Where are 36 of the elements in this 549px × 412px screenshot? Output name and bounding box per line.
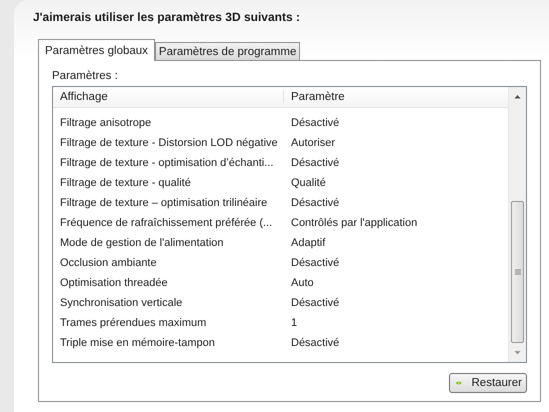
scroll-up-icon[interactable] xyxy=(514,95,521,98)
setting-name[interactable]: Filtrage de texture – optimisation trilinéaire xyxy=(53,197,284,209)
scrollbar[interactable] xyxy=(508,87,526,362)
setting-value[interactable]: Désactivé xyxy=(284,197,340,209)
setting-name[interactable]: Trames prérendues maximum xyxy=(53,317,284,329)
settings-label: Paramètres : xyxy=(52,70,118,82)
column-header[interactable]: Paramètre xyxy=(284,91,345,103)
setting-value[interactable]: Qualité xyxy=(284,177,326,189)
setting-value[interactable]: 1 xyxy=(284,317,298,329)
scroll-down-icon[interactable] xyxy=(514,350,521,354)
setting-name[interactable]: Mode de gestion de l'alimentation xyxy=(53,237,284,249)
setting-name[interactable]: Synchronisation verticale xyxy=(53,297,284,309)
setting-value[interactable]: Désactivé xyxy=(284,297,340,309)
column-header[interactable]: Affichage xyxy=(53,91,284,103)
setting-name[interactable]: Optimisation threadée xyxy=(53,277,284,289)
setting-value[interactable]: Désactivé xyxy=(284,257,340,269)
setting-value[interactable]: Désactivé xyxy=(284,157,340,169)
setting-name[interactable]: Filtrage anisotrope xyxy=(53,117,284,129)
grip-icon xyxy=(514,268,520,274)
tab[interactable]: Paramètres globaux xyxy=(38,39,155,61)
section-heading: J'aimerais utiliser les paramètres 3D suivants : xyxy=(33,10,300,24)
setting-name[interactable]: Filtrage de texture - optimisation d’échanti... xyxy=(53,157,284,169)
restore-button[interactable]: Restaurer xyxy=(449,373,527,393)
setting-name[interactable]: Fréquence de rafraîchissement préférée (... xyxy=(53,217,284,229)
setting-name[interactable]: Filtrage de texture - qualité xyxy=(53,177,284,189)
setting-value[interactable]: Désactivé xyxy=(284,117,340,129)
setting-name[interactable]: Triple mise en mémoire-tampon xyxy=(53,337,284,349)
setting-value[interactable]: Autoriser xyxy=(284,137,336,149)
setting-value[interactable]: Auto xyxy=(284,277,314,289)
setting-name[interactable]: Occlusion ambiante xyxy=(53,257,284,269)
setting-value[interactable]: Désactivé xyxy=(284,337,340,349)
tab[interactable]: Paramètres de programme xyxy=(154,42,300,60)
setting-name[interactable]: Filtrage de texture - Distorsion LOD négative xyxy=(53,137,284,149)
scroll-thumb[interactable] xyxy=(511,200,524,342)
setting-value[interactable]: Adaptif xyxy=(284,237,326,249)
setting-value[interactable]: Contrôlés par l'application xyxy=(284,217,418,229)
